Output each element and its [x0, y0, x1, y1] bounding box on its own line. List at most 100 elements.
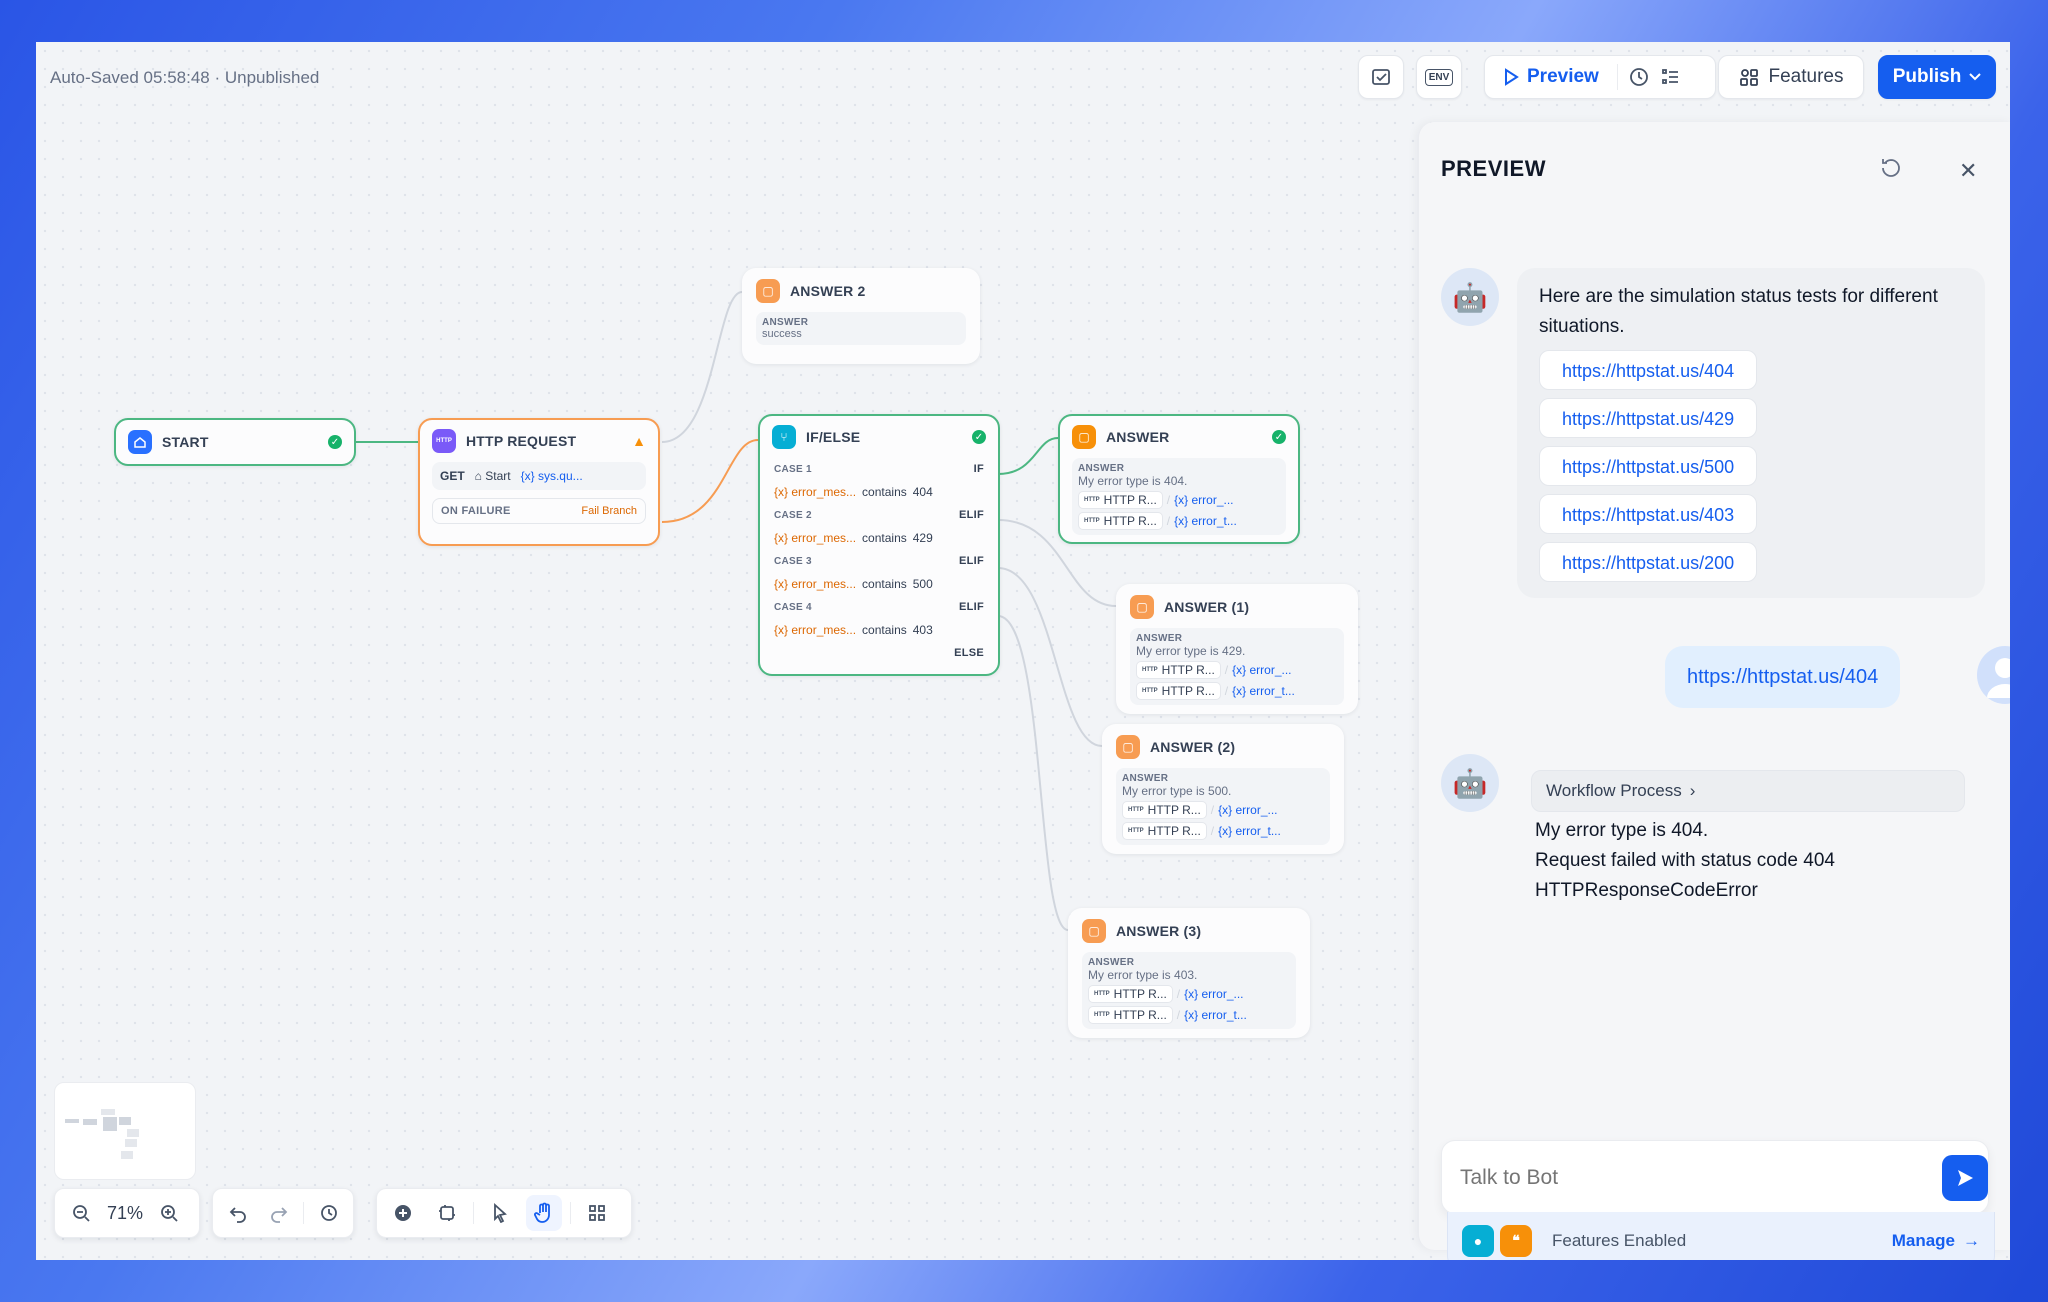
minimap[interactable]	[54, 1082, 196, 1180]
answer-content: ANSWER My error type is 404. HTTP HTTP R.…	[1072, 458, 1286, 535]
close-icon[interactable]: ✕	[1959, 158, 1977, 184]
workflow-editor: Auto-Saved 05:58:48 · Unpublished ENV Pr…	[36, 42, 2010, 1260]
env-button[interactable]: ENV	[1416, 55, 1462, 99]
zoom-level[interactable]: 71%	[107, 1203, 143, 1224]
send-button[interactable]	[1942, 1155, 1988, 1201]
user-message: https://httpstat.us/404	[1665, 646, 1901, 708]
else-label: ELSE	[954, 647, 984, 659]
play-icon	[1505, 68, 1519, 86]
case-2-condition: {x} error_mes... contains 429	[774, 531, 933, 545]
success-check-icon: ✓	[328, 435, 342, 449]
checklist-list-icon[interactable]	[1660, 66, 1682, 88]
history-toolbar	[212, 1188, 354, 1238]
http-request-node[interactable]: HTTP HTTP REQUEST ▲ GET ⌂ Start {x} sys.…	[418, 418, 660, 546]
start-node[interactable]: START ✓	[114, 418, 356, 466]
divider	[303, 1202, 304, 1224]
case-1-label: CASE 1 IF	[774, 463, 984, 475]
cursor-icon	[494, 1203, 507, 1223]
answer-1-node[interactable]: ▢ ANSWER (1) ANSWER My error type is 429…	[1116, 584, 1358, 714]
preview-group: Preview	[1484, 55, 1716, 99]
add-node-button[interactable]	[385, 1195, 421, 1231]
workflow-process-toggle[interactable]: Workflow Process ›	[1531, 770, 1965, 812]
restart-button[interactable]	[1879, 156, 1903, 185]
hand-mode-button[interactable]	[526, 1195, 562, 1231]
case-1-condition: {x} error_mes... contains 404	[774, 485, 933, 499]
case-2-label: CASE 2 ELIF	[774, 509, 984, 521]
refresh-icon	[1882, 159, 1900, 177]
undo-icon	[229, 1207, 246, 1223]
http-icon: HTTP	[432, 429, 456, 453]
success-check-icon: ✓	[972, 430, 986, 444]
link-404[interactable]: https://httpstat.us/404	[1539, 350, 1758, 390]
answer-var-row: HTTP HTTP R... / {x} error_...	[1136, 661, 1338, 679]
failure-row[interactable]: ON FAILURE Fail Branch	[432, 498, 646, 524]
answer-content: ANSWER My error type is 429. HTTP HTTP R.…	[1130, 628, 1344, 705]
organize-button[interactable]	[579, 1195, 615, 1231]
publish-button[interactable]: Publish	[1878, 55, 1996, 99]
preview-title: PREVIEW	[1441, 156, 1546, 181]
add-note-button[interactable]	[429, 1195, 465, 1231]
answer-content: ANSWER My error type is 500. HTTP HTTP R.…	[1116, 768, 1330, 845]
history-icon	[320, 1205, 337, 1221]
chat-input[interactable]	[1460, 1161, 1900, 1195]
answer-var-row: HTTP HTTP R... / {x} error_...	[1078, 491, 1280, 509]
answer-var-row: HTTP HTTP R... / {x} error_t...	[1122, 822, 1324, 840]
if-else-node[interactable]: ⑂ IF/ELSE ✓ CASE 1 IF {x} error_mes... con…	[758, 414, 1000, 676]
case-3-label: CASE 3 ELIF	[774, 555, 984, 567]
answer-var-row: HTTP HTTP R... / {x} error_t...	[1078, 512, 1280, 530]
preview-button[interactable]: Preview	[1503, 66, 1599, 88]
quote-icon: ❝	[1500, 1224, 1532, 1257]
zoom-in-button[interactable]	[151, 1195, 187, 1231]
answer-icon: ▢	[1072, 425, 1096, 449]
run-history-icon[interactable]	[1628, 66, 1650, 88]
redo-icon	[270, 1207, 287, 1223]
manage-link[interactable]: Manage →	[1892, 1231, 1980, 1251]
divider	[473, 1202, 474, 1224]
bot-avatar: 🤖	[1441, 268, 1499, 326]
branch-icon: ⑂	[772, 425, 796, 449]
link-403[interactable]: https://httpstat.us/403	[1539, 494, 1758, 534]
bot-reply: My error type is 404. Request failed wit…	[1535, 820, 1835, 901]
minimap-graphic	[65, 1109, 139, 1159]
success-check-icon: ✓	[1272, 430, 1286, 444]
features-button[interactable]: Features	[1718, 55, 1864, 99]
answer-icon: ▢	[1116, 735, 1140, 759]
answer-var-row: HTTP HTTP R... / {x} error_t...	[1136, 682, 1338, 700]
env-icon: ENV	[1424, 68, 1454, 86]
answer-icon: ▢	[756, 279, 780, 303]
answer-var-row: HTTP HTTP R... / {x} error_...	[1122, 801, 1324, 819]
zoom-out-button[interactable]	[63, 1195, 99, 1231]
arrow-right-icon: →	[1963, 1230, 1980, 1250]
home-icon	[128, 430, 152, 454]
pointer-mode-button[interactable]	[482, 1195, 518, 1231]
divider	[570, 1202, 571, 1224]
undo-button[interactable]	[221, 1195, 254, 1231]
features-bar: ● ❝ Features Enabled Manage →	[1447, 1212, 1995, 1260]
answer-2b-node[interactable]: ▢ ANSWER (2) ANSWER My error type is 500…	[1102, 724, 1344, 854]
answer-node[interactable]: ▢ ANSWER ✓ ANSWER My error type is 404. …	[1058, 414, 1300, 544]
redo-button[interactable]	[262, 1195, 295, 1231]
http-url-row: GET ⌂ Start {x} sys.qu...	[432, 462, 646, 490]
version-history-button[interactable]	[312, 1195, 345, 1231]
warning-icon: ▲	[632, 433, 646, 449]
answer-var-row: HTTP HTTP R... / {x} error_t...	[1088, 1006, 1290, 1024]
hand-icon	[534, 1202, 550, 1223]
chat-input-box	[1441, 1140, 1989, 1214]
user-avatar	[1977, 646, 2010, 704]
case-4-label: CASE 4 ELIF	[774, 601, 984, 613]
zoom-in-icon	[161, 1205, 178, 1222]
answer-icon: ▢	[1082, 919, 1106, 943]
link-429[interactable]: https://httpstat.us/429	[1539, 398, 1758, 438]
answer-content: ANSWER My error type is 403. HTTP HTTP R.…	[1082, 952, 1296, 1029]
start-ref: ⌂ Start	[474, 469, 511, 483]
answer-2-node[interactable]: ▢ ANSWER 2 ANSWER success	[742, 268, 980, 364]
canvas-toolbar	[376, 1188, 632, 1238]
link-200[interactable]: https://httpstat.us/200	[1539, 542, 1758, 582]
case-3-condition: {x} error_mes... contains 500	[774, 577, 933, 591]
link-500[interactable]: https://httpstat.us/500	[1539, 446, 1758, 486]
bot-message: Here are the simulation status tests for…	[1517, 268, 1985, 598]
chat-bubble-icon: ●	[1462, 1224, 1494, 1257]
answer-3-node[interactable]: ▢ ANSWER (3) ANSWER My error type is 403…	[1068, 908, 1310, 1038]
plus-circle-icon	[395, 1205, 411, 1221]
answer-icon: ▢	[1130, 595, 1154, 619]
